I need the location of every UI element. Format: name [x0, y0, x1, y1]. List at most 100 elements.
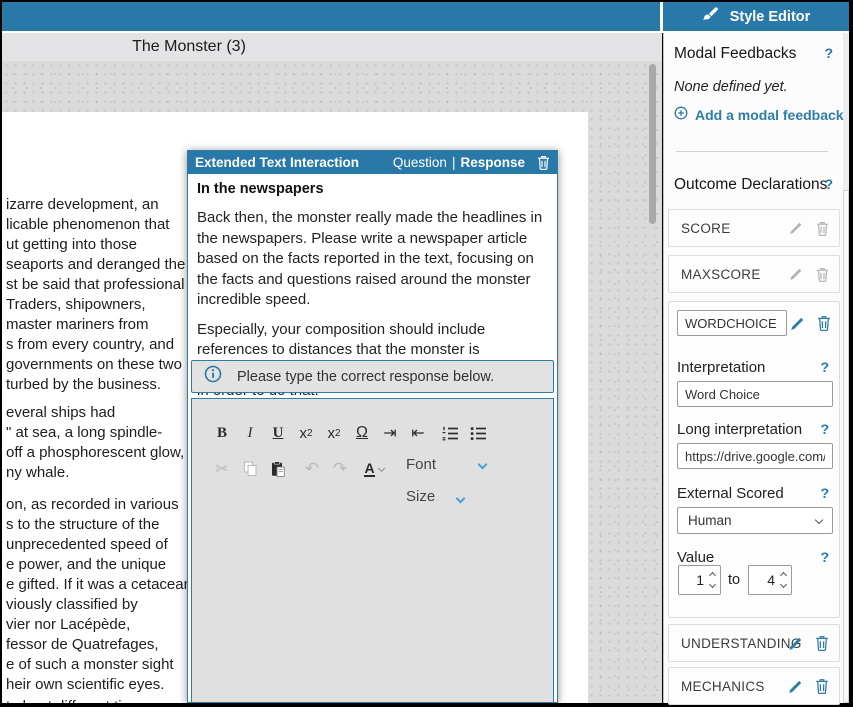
copy-icon[interactable]	[236, 459, 264, 479]
help-icon[interactable]: ?	[820, 485, 829, 501]
brush-icon	[702, 7, 719, 27]
numbered-list-icon[interactable]	[436, 423, 464, 443]
external-scored-value: Human	[688, 513, 732, 528]
document-tab-bar: The Monster (3)	[2, 33, 662, 61]
value-min-stepper[interactable]	[678, 565, 721, 595]
style-editor-title: Style Editor	[730, 9, 811, 25]
subscript-button[interactable]: x2	[292, 423, 320, 443]
extended-text-interaction-panel: Extended Text Interaction Question | Res…	[187, 150, 558, 703]
chevron-down-icon[interactable]	[780, 581, 787, 588]
response-editor[interactable]: B I U x2 x2 Ω ⇥ ⇤	[191, 398, 554, 703]
long-interpretation-input[interactable]	[677, 443, 833, 469]
help-icon[interactable]: ?	[824, 176, 833, 192]
pencil-icon[interactable]	[788, 636, 803, 651]
size-dropdown[interactable]: Size	[406, 488, 464, 505]
pencil-icon[interactable]	[789, 221, 803, 235]
bullet-list-icon[interactable]	[464, 423, 492, 443]
outcome-card-maxscore: MAXSCORE	[668, 255, 840, 293]
italic-button[interactable]: I	[236, 423, 264, 443]
chevron-down-icon	[478, 460, 488, 470]
sidebar-scrollbar-thumb[interactable]	[843, 190, 849, 703]
outcome-label: MECHANICS	[681, 679, 765, 694]
alert-text: Please type the correct response below.	[237, 369, 494, 385]
question-response-toggle[interactable]: Question | Response	[393, 155, 525, 170]
text-color-button[interactable]: A	[360, 459, 388, 479]
style-editor-sidebar: Modal Feedbacks ? None defined yet. Add …	[663, 33, 849, 703]
interaction-title: Extended Text Interaction	[195, 155, 359, 170]
interpretation-label: Interpretation	[677, 359, 765, 376]
prompt-heading: In the newspapers	[197, 180, 547, 199]
font-dropdown[interactable]: Font	[406, 456, 486, 473]
outcome-label: UNDERSTANDING	[681, 636, 802, 651]
document-tab-title[interactable]: The Monster (3)	[2, 33, 376, 61]
outcome-card-mechanics: MECHANICS	[668, 667, 840, 705]
indent-icon[interactable]: ⇥	[376, 423, 404, 443]
outcome-card-score: SCORE	[668, 209, 840, 247]
editor-toolbar-row-2: ✂ ↶ ↷	[208, 459, 553, 479]
redo-icon[interactable]: ↷	[326, 459, 354, 479]
outcome-card-wordchoice-editing: Interpretation ? Long interpretation ? E…	[668, 301, 840, 618]
outdent-icon[interactable]: ⇤	[404, 423, 432, 443]
chevron-down-icon[interactable]	[709, 581, 716, 588]
info-alert: Please type the correct response below.	[191, 360, 554, 393]
outcome-identifier-input[interactable]	[677, 310, 787, 336]
modal-feedbacks-heading: Modal Feedbacks	[674, 45, 796, 63]
value-max-stepper[interactable]	[748, 565, 792, 595]
style-editor-header[interactable]: Style Editor	[663, 2, 849, 31]
prompt-paragraph: Back then, the monster really made the h…	[197, 208, 547, 311]
passage-paragraph: on, as recorded in various s to the stru…	[6, 495, 196, 695]
trash-icon[interactable]	[816, 221, 829, 236]
mode-question[interactable]: Question	[393, 155, 447, 170]
help-icon[interactable]: ?	[820, 359, 829, 375]
size-dropdown-label: Size	[406, 488, 435, 505]
canvas-scrollbar-thumb[interactable]	[649, 64, 656, 224]
pencil-icon[interactable]	[790, 316, 805, 331]
delete-interaction-trash-icon[interactable]	[537, 155, 550, 170]
value-to-word: to	[728, 572, 740, 588]
pencil-icon[interactable]	[788, 679, 803, 694]
undo-icon[interactable]: ↶	[298, 459, 326, 479]
outcome-label: SCORE	[681, 221, 731, 236]
outcome-card-understanding: UNDERSTANDING	[668, 624, 840, 662]
modal-feedbacks-empty-text: None defined yet.	[674, 79, 788, 95]
interpretation-input[interactable]	[677, 381, 833, 407]
mode-response[interactable]: Response	[460, 155, 525, 170]
editor-toolbar-row-1: B I U x2 x2 Ω ⇥ ⇤	[208, 423, 553, 443]
long-interpretation-label: Long interpretation	[677, 421, 802, 438]
value-label: Value	[677, 549, 714, 566]
chevron-up-icon[interactable]	[709, 572, 716, 579]
trash-icon[interactable]	[815, 678, 829, 694]
trash-icon[interactable]	[816, 267, 829, 282]
passage-paragraph-clipped: t about different ti	[6, 697, 196, 703]
add-modal-feedback-label: Add a modal feedback	[695, 107, 844, 123]
cut-icon[interactable]: ✂	[208, 459, 236, 479]
sidebar-divider	[676, 151, 828, 152]
external-scored-label: External Scored	[677, 485, 784, 502]
chevron-down-icon	[815, 516, 823, 524]
pencil-icon[interactable]	[789, 267, 803, 281]
passage-paragraph: izarre development, an licable phenomeno…	[6, 195, 196, 395]
outcome-declarations-heading: Outcome Declarations	[674, 176, 827, 194]
outcome-label: MAXSCORE	[681, 267, 761, 282]
external-scored-select[interactable]: Human	[677, 507, 833, 534]
mode-separator: |	[452, 155, 456, 170]
screenshot-frame: Style Editor The Monster (3) izarre deve…	[0, 0, 853, 707]
trash-icon[interactable]	[817, 315, 831, 331]
underline-button[interactable]: U	[264, 423, 292, 443]
paste-icon[interactable]	[264, 459, 292, 479]
stepper-arrows[interactable]	[778, 566, 788, 594]
font-dropdown-label: Font	[406, 456, 436, 473]
chevron-up-icon[interactable]	[780, 572, 787, 579]
help-icon[interactable]: ?	[824, 45, 833, 61]
special-character-button[interactable]: Ω	[348, 423, 376, 443]
stepper-arrows[interactable]	[707, 566, 717, 594]
superscript-button[interactable]: x2	[320, 423, 348, 443]
chevron-down-icon	[378, 464, 385, 471]
trash-icon[interactable]	[815, 635, 829, 651]
add-modal-feedback-link[interactable]: Add a modal feedback	[674, 106, 844, 123]
info-icon	[204, 365, 222, 388]
passage-paragraph: everal ships had " at sea, a long spindl…	[6, 403, 196, 483]
help-icon[interactable]: ?	[820, 549, 829, 565]
help-icon[interactable]: ?	[820, 421, 829, 437]
bold-button[interactable]: B	[208, 423, 236, 443]
